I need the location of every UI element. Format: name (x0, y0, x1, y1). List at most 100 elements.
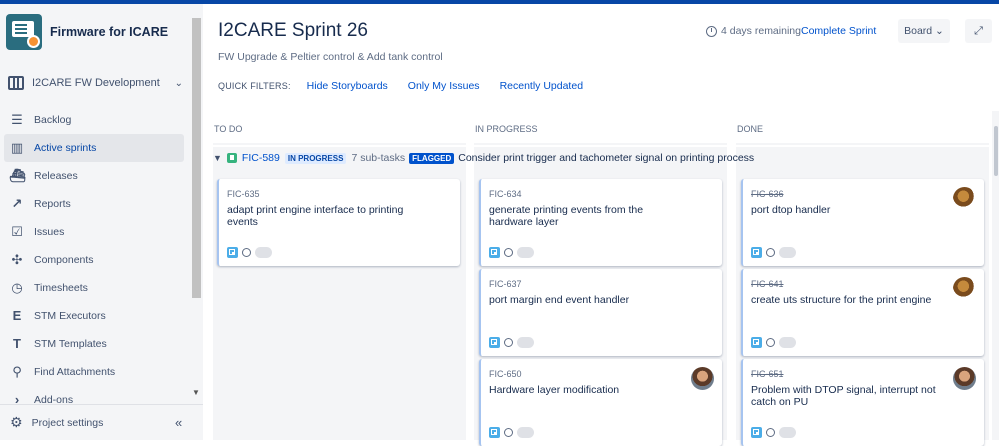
sidebar-item-label: Components (34, 254, 94, 266)
issue-key[interactable]: FIC-635 (227, 189, 260, 199)
issues-icon: ☑ (11, 224, 23, 239)
complete-sprint-button[interactable]: Complete Sprint (801, 25, 876, 37)
estimate-icon (766, 248, 775, 257)
collapse-sidebar-icon[interactable]: « (175, 415, 182, 430)
days-remaining-text: 4 days remaining (721, 25, 801, 37)
subtask-icon (489, 427, 500, 438)
estimate-badge (779, 337, 796, 348)
sidebar-item-find-attachments[interactable]: ⚲ Find Attachments (4, 358, 184, 386)
sidebar-item-label: STM Executors (34, 310, 106, 322)
filter-hide-storyboards[interactable]: Hide Storyboards (307, 80, 388, 92)
subtask-count: 7 sub-tasks (351, 152, 406, 164)
subtask-icon (751, 427, 762, 438)
board-selector[interactable]: I2CARE FW Development ⌄ (8, 76, 183, 90)
quick-filters-label: QUICK FILTERS: (218, 81, 291, 91)
subtask-icon (489, 247, 500, 258)
issue-card[interactable]: FIC-641 create uts structure for the pri… (741, 269, 984, 356)
sidebar-item-label: Releases (34, 170, 78, 182)
sidebar-item-issues[interactable]: ☑ Issues (4, 218, 184, 246)
column-header-todo: TO DO (213, 115, 466, 145)
board-menu-button[interactable]: Board ⌄ (898, 19, 950, 43)
subtask-icon (227, 247, 238, 258)
project-settings[interactable]: ⚙ Project settings « (0, 404, 203, 440)
sidebar-item-stm-templates[interactable]: T STM Templates (4, 330, 184, 358)
story-icon (226, 153, 237, 163)
sidebar-item-stm-executors[interactable]: E STM Executors (4, 302, 184, 330)
issue-key[interactable]: FIC-650 (489, 369, 522, 379)
swimlane-header[interactable]: ▼ FIC-589 IN PROGRESS 7 sub-tasks FLAGGE… (213, 152, 989, 164)
scroll-down-arrow-icon[interactable]: ▼ (192, 388, 200, 397)
project-header[interactable]: Firmware for ICARE (6, 14, 168, 50)
issue-card[interactable]: FIC-651 Problem with DTOP signal, interr… (741, 359, 984, 446)
sidebar-item-releases[interactable]: ⛴ Releases (4, 162, 184, 190)
subtask-icon (489, 337, 500, 348)
issue-summary: port margin end event handler (489, 294, 630, 306)
ship-icon: ⛴ (9, 168, 26, 183)
issue-key[interactable]: FIC-641 (751, 279, 784, 289)
estimate-badge (517, 247, 534, 258)
project-avatar-icon (6, 14, 42, 50)
board-main: I2CARE Sprint 26 FW Upgrade & Peltier co… (203, 4, 999, 446)
sidebar-item-reports[interactable]: ↗ Reports (4, 190, 184, 218)
issue-key[interactable]: FIC-651 (751, 369, 784, 379)
assignee-avatar[interactable] (691, 367, 714, 390)
issue-summary: Problem with DTOP signal, interrupt not … (751, 384, 936, 408)
estimate-badge (779, 427, 796, 438)
estimate-icon (504, 428, 513, 437)
sidebar-item-components[interactable]: ✣ Components (4, 246, 184, 274)
issue-key[interactable]: FIC-634 (489, 189, 522, 199)
sidebar-item-label: Timesheets (34, 282, 88, 294)
estimate-icon (766, 428, 775, 437)
sidebar-scrollbar-thumb[interactable] (192, 18, 201, 298)
expand-icon[interactable]: ⤢ (965, 19, 992, 43)
issue-card[interactable]: FIC-650 Hardware layer modification (479, 359, 722, 446)
sidebar-item-label: Find Attachments (34, 366, 116, 378)
subtask-icon (751, 247, 762, 258)
filter-only-my-issues[interactable]: Only My Issues (408, 80, 480, 92)
sprint-goal: FW Upgrade & Peltier control & Add tank … (218, 51, 443, 63)
assignee-avatar[interactable] (953, 277, 976, 300)
assignee-avatar[interactable] (953, 187, 976, 210)
estimate-icon (504, 248, 513, 257)
quick-filters: QUICK FILTERS: Hide Storyboards Only My … (218, 80, 603, 92)
issue-card[interactable]: FIC-634 generate printing events from th… (479, 179, 722, 266)
estimate-icon (504, 338, 513, 347)
sidebar-item-label: STM Templates (34, 338, 107, 350)
sidebar-item-timesheets[interactable]: ◷ Timesheets (4, 274, 184, 302)
stm-e-icon: E (12, 308, 22, 323)
column-header-in-progress: IN PROGRESS (474, 115, 727, 145)
issue-card[interactable]: FIC-635 adapt print engine interface to … (217, 179, 460, 266)
clock-icon: ◷ (11, 280, 23, 295)
sidebar-item-label: Active sprints (34, 142, 97, 154)
sidebar-item-backlog[interactable]: ☰ Backlog (4, 106, 184, 134)
sidebar-item-label: Issues (34, 226, 65, 238)
filter-recently-updated[interactable]: Recently Updated (500, 80, 583, 92)
page-title: I2CARE Sprint 26 (218, 20, 368, 41)
board-icon (8, 76, 24, 90)
sidebar-item-label: Backlog (34, 114, 72, 126)
flagged-badge: FLAGGED (409, 152, 455, 164)
search-icon: ⚲ (12, 364, 22, 379)
issue-card[interactable]: FIC-636 port dtop handler (741, 179, 984, 266)
caret-down-icon[interactable]: ▼ (213, 153, 222, 163)
chart-icon: ↗ (11, 196, 23, 211)
issue-summary: port dtop handler (751, 204, 831, 216)
column-header-done: DONE (736, 115, 989, 145)
project-sidebar: Firmware for ICARE I2CARE FW Development… (0, 4, 203, 440)
estimate-icon (766, 338, 775, 347)
issue-card[interactable]: FIC-637 port margin end event handler (479, 269, 722, 356)
subtask-icon (751, 337, 762, 348)
sidebar-item-active-sprints[interactable]: ▥ Active sprints (4, 134, 184, 162)
board-selector-label: I2CARE FW Development (32, 77, 160, 89)
issue-key[interactable]: FIC-637 (489, 279, 522, 289)
issue-summary: Hardware layer modification (489, 384, 620, 396)
chevron-down-icon: ⌄ (174, 77, 183, 89)
swimlane-issue-key[interactable]: FIC-589 (242, 152, 280, 164)
estimate-badge (255, 247, 272, 258)
assignee-avatar[interactable] (953, 367, 976, 390)
estimate-icon (242, 248, 251, 257)
board-scrollbar-thumb[interactable] (994, 126, 998, 176)
estimate-badge (517, 337, 534, 348)
issue-key[interactable]: FIC-636 (751, 189, 784, 199)
backlog-icon: ☰ (11, 112, 23, 127)
